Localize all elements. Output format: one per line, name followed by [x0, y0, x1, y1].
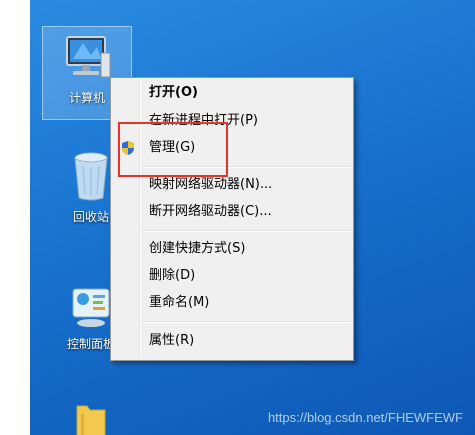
recycle-bin-icon — [74, 152, 108, 201]
desktop-icon-folder[interactable] — [46, 400, 136, 435]
menu-item-disconnect-network-drive[interactable]: 断开网络驱动器(C)... — [113, 201, 351, 223]
menu-item-rename[interactable]: 重命名(M) — [113, 292, 351, 314]
computer-icon — [66, 36, 111, 78]
menu-item-properties[interactable]: 属性(R) — [113, 330, 351, 352]
menu-item-delete[interactable]: 删除(D) — [113, 265, 351, 287]
menu-item-open[interactable]: 打开(O) — [113, 82, 351, 104]
menu-item-map-network-drive[interactable]: 映射网络驱动器(N)... — [113, 174, 351, 196]
control-panel-icon — [72, 288, 110, 327]
annotation-highlight-box — [118, 122, 228, 177]
context-menu: 打开(O) 在新进程中打开(P) 管理(G) 映射网络驱动器(N)... 断开网… — [110, 77, 354, 361]
folder-icon — [76, 405, 106, 435]
menu-item-create-shortcut[interactable]: 创建快捷方式(S) — [113, 238, 351, 260]
menu-separator — [142, 321, 351, 323]
watermark: https://blog.csdn.net/FHEWFEWF — [267, 410, 463, 425]
menu-separator — [142, 230, 351, 232]
